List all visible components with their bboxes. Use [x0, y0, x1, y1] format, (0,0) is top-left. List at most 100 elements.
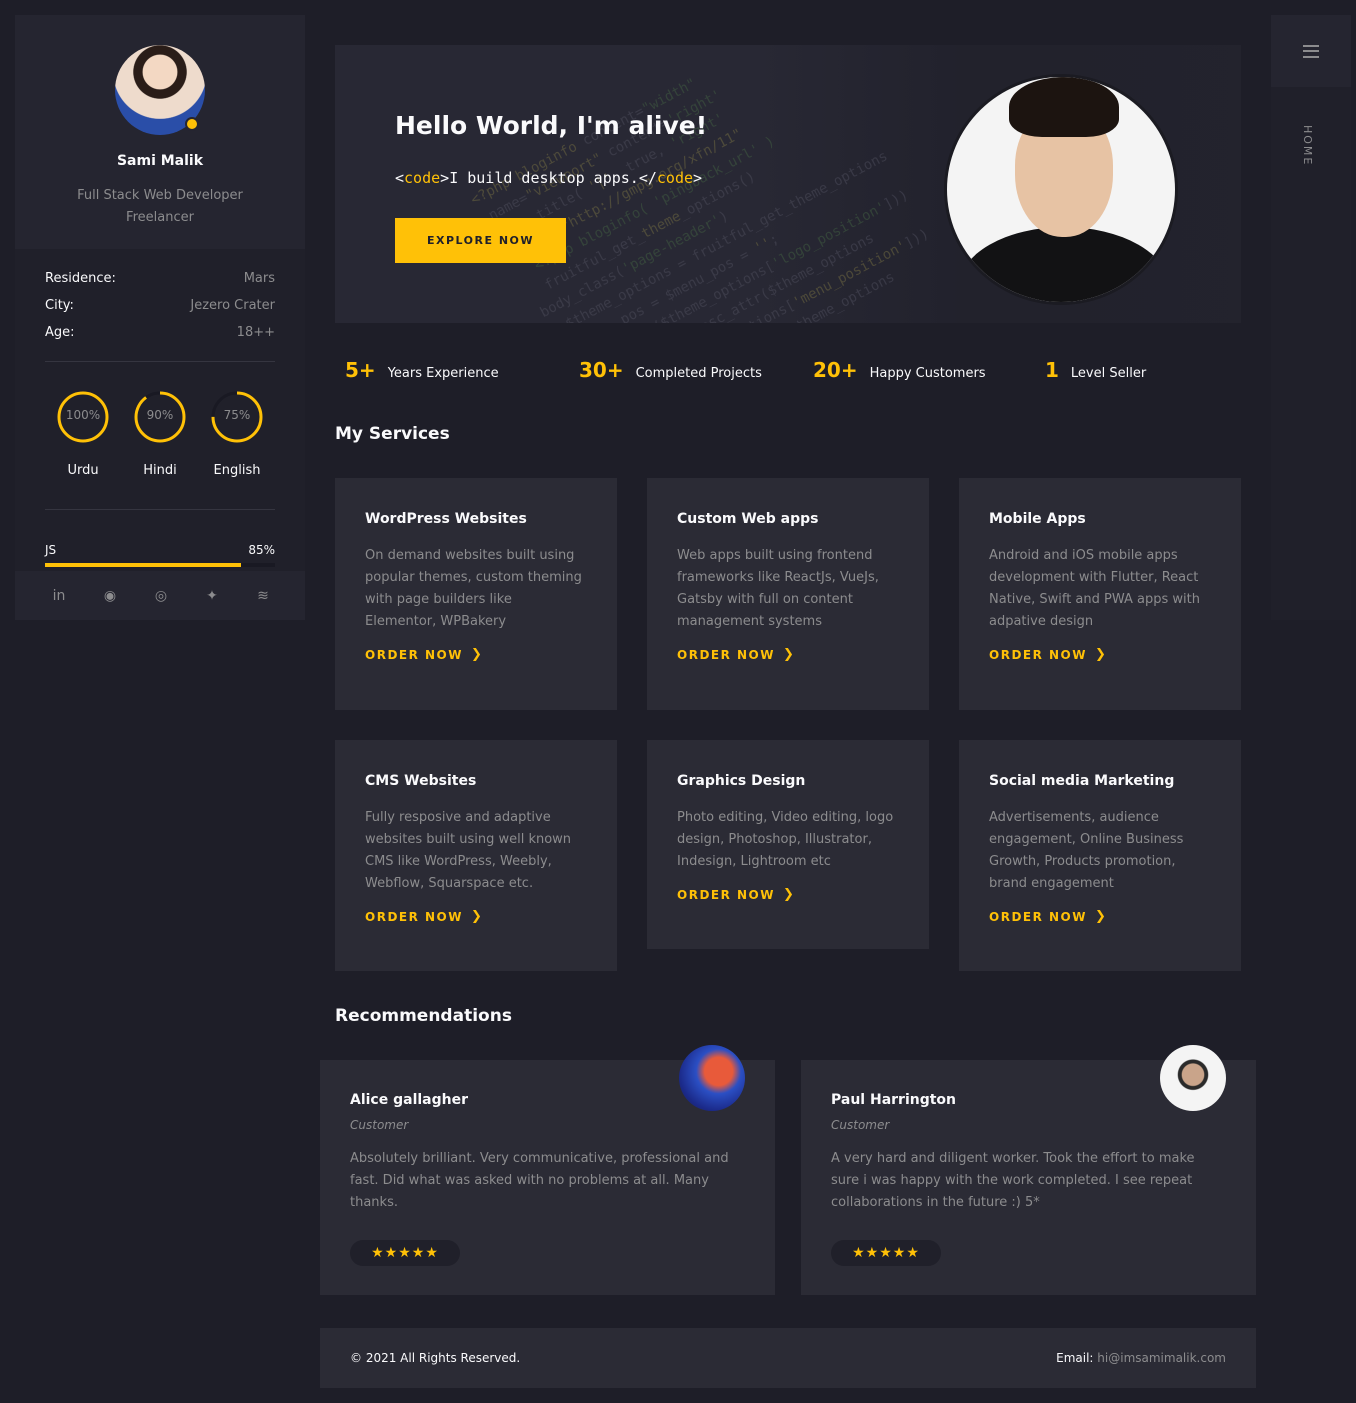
skill-js: JS 85% [45, 543, 275, 567]
recommendations-heading: Recommendations [335, 1006, 512, 1026]
order-now-label: ORDER NOW [365, 909, 463, 924]
language-name: Urdu [67, 463, 99, 478]
order-now-label: ORDER NOW [677, 647, 775, 662]
code-tag: code [656, 169, 694, 187]
stackoverflow-icon[interactable]: ≋ [254, 588, 272, 604]
chevron-right-icon: ❯ [783, 647, 796, 662]
profile-role: Full Stack Web Developer Freelancer [15, 185, 305, 229]
stat-label: Happy Customers [869, 366, 986, 381]
order-now-link[interactable]: ORDER NOW ❯ [989, 909, 1211, 924]
instagram-icon[interactable]: ◎ [152, 588, 170, 604]
twitter-icon[interactable]: ✦ [203, 588, 221, 604]
reviewer-role: Customer [831, 1118, 890, 1132]
order-now-label: ORDER NOW [365, 647, 463, 662]
skill-name: JS [45, 543, 57, 557]
services-heading: My Services [335, 424, 450, 444]
reviewer-avatar [679, 1045, 745, 1111]
code-bracket: < [395, 169, 405, 187]
skill-bar-fill [45, 563, 241, 567]
profile-header: Sami Malik Full Stack Web Developer Free… [15, 15, 305, 249]
code-bracket: </ [638, 169, 657, 187]
chevron-right-icon: ❯ [783, 887, 796, 902]
service-title: Custom Web apps [677, 511, 819, 527]
stat-item: 30+ Completed Projects [579, 358, 762, 382]
service-card: Social media Marketing Advertisements, a… [959, 740, 1241, 971]
service-description: Android and iOS mobile apps development … [989, 548, 1200, 629]
github-icon[interactable]: ◉ [101, 588, 119, 604]
profile-role-line: Freelancer [126, 210, 194, 225]
stat-label: Level Seller [1070, 366, 1147, 381]
star-rating: ★★★★★ [831, 1240, 941, 1266]
language-name: English [213, 463, 261, 478]
service-card: WordPress Websites On demand websites bu… [335, 478, 617, 710]
info-row-city: City: Jezero Crater [45, 298, 275, 325]
recommendation-card: Alice gallagher Customer Absolutely bril… [320, 1045, 775, 1295]
language-name: Hindi [143, 463, 177, 478]
service-description: Fully resposive and adaptive websites bu… [365, 810, 572, 891]
language-percent: 90% [146, 408, 174, 422]
language-percent: 100% [65, 408, 101, 422]
service-description: Photo editing, Video editing, logo desig… [677, 810, 894, 869]
stat-label: Completed Projects [635, 366, 762, 381]
current-page-label: HOME [1301, 125, 1314, 167]
divider [45, 361, 275, 362]
explore-now-button[interactable]: EXPLORE NOW [395, 218, 566, 263]
stat-number: 30+ [579, 358, 624, 382]
copyright-text: © 2021 All Rights Reserved. [350, 1351, 521, 1365]
right-nav: HOME [1271, 15, 1351, 620]
footer: © 2021 All Rights Reserved. Email: hi@im… [320, 1328, 1256, 1388]
progress-ring: 75% [211, 391, 263, 443]
info-label: Age: [45, 325, 75, 340]
stat-number: 5+ [345, 358, 376, 382]
order-now-link[interactable]: ORDER NOW ❯ [989, 647, 1211, 662]
chevron-right-icon: ❯ [471, 909, 484, 924]
info-value: Jezero Crater [190, 298, 275, 313]
footer-email: Email: hi@imsamimalik.com [1056, 1351, 1226, 1365]
code-tag: code [404, 169, 441, 187]
chevron-right-icon: ❯ [471, 647, 484, 662]
hero-tagline: <code>I build desktop apps.</code> [395, 169, 702, 187]
social-links: in ◉ ◎ ✦ ≋ [15, 571, 305, 620]
stat-number: 1 [1045, 358, 1059, 382]
order-now-link[interactable]: ORDER NOW ❯ [677, 647, 899, 662]
stats-bar: 5+ Years Experience 30+ Completed Projec… [345, 358, 1245, 386]
recommendation-card: Paul Harrington Customer A very hard and… [801, 1045, 1256, 1295]
stat-number: 20+ [813, 358, 858, 382]
menu-button[interactable] [1271, 15, 1351, 87]
service-title: WordPress Websites [365, 511, 527, 527]
service-title: CMS Websites [365, 773, 477, 789]
chevron-right-icon: ❯ [1095, 909, 1108, 924]
info-label: Residence: [45, 271, 116, 286]
service-card: Custom Web apps Web apps built using fro… [647, 478, 929, 710]
linkedin-icon[interactable]: in [50, 588, 68, 604]
profile-role-line: Full Stack Web Developer [77, 188, 243, 203]
divider [45, 509, 275, 510]
language-urdu: 100% Urdu [57, 391, 109, 478]
service-card: Graphics Design Photo editing, Video edi… [647, 740, 929, 949]
info-label: City: [45, 298, 74, 313]
service-card: Mobile Apps Android and iOS mobile apps … [959, 478, 1241, 710]
language-english: 75% English [211, 391, 263, 478]
review-text: Absolutely brilliant. Very communicative… [350, 1151, 729, 1210]
service-description: On demand websites built using popular t… [365, 548, 582, 629]
review-text: A very hard and diligent worker. Took th… [831, 1151, 1195, 1210]
info-value: Mars [243, 271, 275, 286]
order-now-label: ORDER NOW [989, 909, 1087, 924]
hero-banner: <?php bloginfo content="width" name="vie… [335, 45, 1241, 323]
order-now-link[interactable]: ORDER NOW ❯ [677, 887, 899, 902]
reviewer-avatar [1160, 1045, 1226, 1111]
code-bracket: > [440, 169, 450, 187]
service-title: Mobile Apps [989, 511, 1086, 527]
chevron-right-icon: ❯ [1095, 647, 1108, 662]
info-value: 18++ [236, 325, 275, 340]
order-now-link[interactable]: ORDER NOW ❯ [365, 647, 587, 662]
sidebar: Sami Malik Full Stack Web Developer Free… [15, 15, 305, 620]
personal-info: Residence: Mars City: Jezero Crater Age:… [45, 271, 275, 352]
hero-portrait [944, 74, 1178, 305]
service-title: Social media Marketing [989, 773, 1175, 789]
order-now-link[interactable]: ORDER NOW ❯ [365, 909, 587, 924]
hamburger-icon [1303, 44, 1319, 58]
language-percent: 75% [223, 408, 251, 422]
email-link[interactable]: hi@imsamimalik.com [1097, 1351, 1226, 1365]
online-status-dot [185, 117, 199, 131]
